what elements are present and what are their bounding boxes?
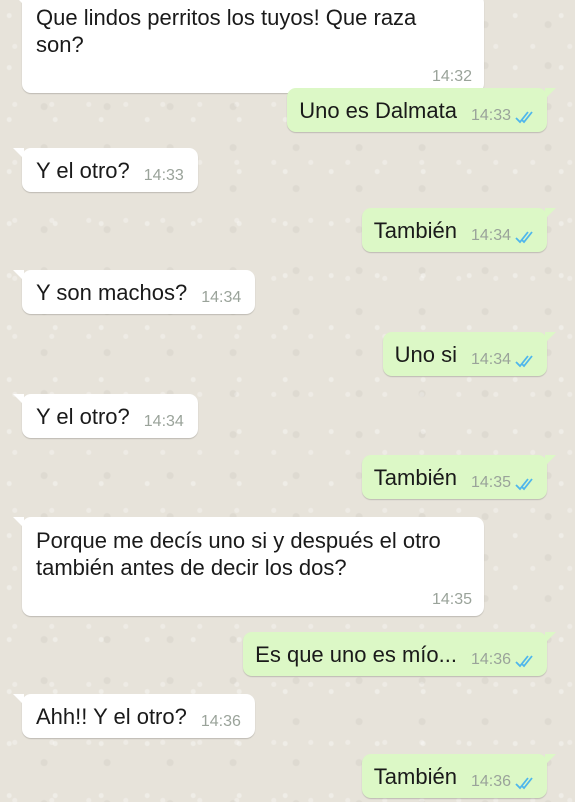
message-timestamp: 14:34 [470, 227, 511, 244]
double-check-icon [515, 777, 533, 790]
message-incoming[interactable]: Y el otro? 14:34 [13, 394, 198, 438]
message-text: Y son machos? [36, 280, 188, 305]
message-text: Ahh!! Y el otro? [36, 704, 187, 729]
message-timestamp: 14:36 [470, 651, 511, 668]
message-text: También [373, 218, 457, 243]
message-timestamp: 14:34 [470, 351, 511, 368]
message-incoming[interactable]: Y son machos? 14:34 [12, 270, 256, 314]
double-check-icon [515, 478, 533, 491]
message-timestamp: 14:32 [431, 68, 472, 85]
message-outgoing[interactable]: También 14:36 [361, 754, 557, 798]
double-check-icon [515, 655, 533, 668]
double-check-icon [515, 111, 533, 124]
message-timestamp: 14:35 [470, 474, 511, 491]
double-check-icon [515, 355, 533, 368]
message-outgoing[interactable]: También 14:34 [361, 208, 557, 252]
message-text: Y el otro? [36, 404, 130, 429]
message-outgoing[interactable]: Uno es Dalmata 14:33 [287, 88, 556, 132]
message-timestamp: 14:33 [143, 167, 184, 184]
message-incoming[interactable]: Ahh!! Y el otro? 14:36 [13, 694, 255, 738]
message-timestamp: 14:36 [200, 713, 241, 730]
message-timestamp: 14:34 [201, 289, 242, 306]
message-text: También [373, 764, 457, 789]
message-text: También [373, 465, 457, 490]
message-timestamp: 14:36 [470, 773, 511, 790]
message-text: Que lindos perritos los tuyos! Que raza … [36, 5, 417, 57]
message-outgoing[interactable]: Uno si 14:34 [382, 332, 557, 376]
message-text: Porque me decís uno si y después el otro… [36, 528, 441, 580]
message-timestamp: 14:35 [431, 591, 472, 608]
message-incoming[interactable]: Que lindos perritos los tuyos! Que raza … [13, 0, 484, 93]
message-text: Y el otro? [36, 158, 130, 183]
message-timestamp: 14:34 [143, 413, 184, 430]
message-text: Uno si [394, 342, 457, 367]
message-text: Es que uno es mío... [255, 642, 457, 667]
message-text: Uno es Dalmata [299, 98, 457, 123]
message-incoming[interactable]: Porque me decís uno si y después el otro… [13, 517, 484, 616]
message-outgoing[interactable]: También 14:35 [361, 455, 557, 499]
double-check-icon [515, 231, 533, 244]
message-timestamp: 14:33 [470, 107, 511, 124]
message-incoming[interactable]: Y el otro? 14:33 [13, 148, 198, 192]
message-outgoing[interactable]: Es que uno es mío... 14:36 [243, 632, 556, 676]
